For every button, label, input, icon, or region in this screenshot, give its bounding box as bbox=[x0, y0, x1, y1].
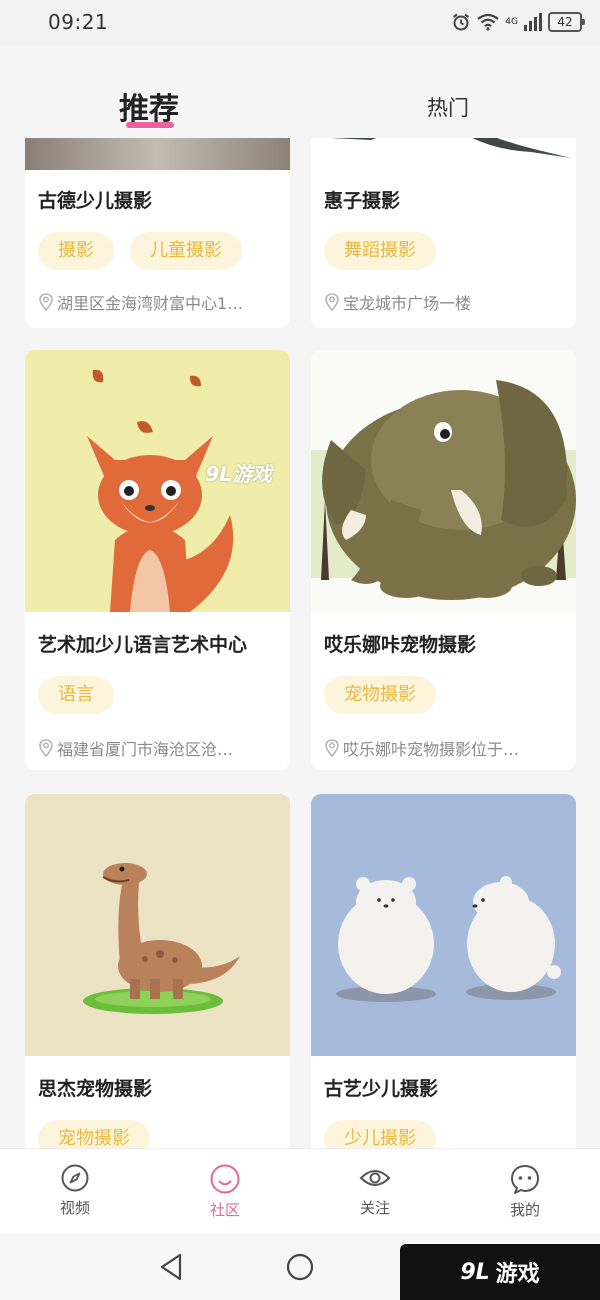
nav-label: 视频 bbox=[59, 1199, 90, 1217]
nav-label: 我的 bbox=[509, 1201, 540, 1219]
nav-item-video[interactable]: 视频 bbox=[30, 1163, 120, 1218]
location-pin-icon bbox=[325, 739, 339, 757]
card[interactable]: 古德少儿摄影 摄影 儿童摄影 湖里区金海湾财富中心1… bbox=[25, 138, 290, 328]
status-bar: 09:21 4G 42 bbox=[0, 0, 600, 46]
alarm-icon bbox=[453, 13, 470, 31]
tab-hot[interactable]: 热门 bbox=[427, 92, 469, 122]
card-title: 古艺少儿摄影 bbox=[324, 1078, 439, 1100]
card-tags: 舞蹈摄影 bbox=[324, 232, 436, 270]
tag[interactable]: 宠物摄影 bbox=[38, 1120, 150, 1148]
card-location: 福建省厦门市海沧区沧… bbox=[38, 736, 282, 760]
card-tags: 语言 bbox=[38, 676, 114, 714]
home-icon[interactable] bbox=[285, 1252, 315, 1282]
card[interactable]: 9L游戏 艺术加少儿语言艺术中心 语言 福建省厦门市海沧区沧… bbox=[25, 350, 290, 770]
eye-icon bbox=[359, 1170, 391, 1186]
image-watermark: 9L游戏 bbox=[205, 462, 272, 486]
nav-label: 社区 bbox=[209, 1201, 240, 1219]
signal-icon bbox=[524, 13, 542, 31]
card[interactable]: 思杰宠物摄影 宠物摄影 bbox=[25, 794, 290, 1148]
tag[interactable]: 少儿摄影 bbox=[324, 1120, 436, 1148]
card-tags: 摄影 儿童摄影 bbox=[38, 232, 242, 270]
card-image bbox=[311, 138, 576, 170]
location-pin-icon bbox=[325, 293, 339, 311]
wifi-icon bbox=[477, 13, 499, 31]
card[interactable]: 惠子摄影 舞蹈摄影 宝龙城市广场一楼 bbox=[311, 138, 576, 328]
watermark-logo: 9L bbox=[460, 1259, 490, 1285]
battery-indicator: 42 bbox=[548, 12, 585, 32]
location-pin-icon bbox=[39, 739, 53, 757]
card[interactable]: 古艺少儿摄影 少儿摄影 bbox=[311, 794, 576, 1148]
fox-illustration: 9L游戏 bbox=[25, 350, 290, 612]
nav-item-mine[interactable]: 我的 bbox=[480, 1163, 570, 1220]
card-location: 哎乐娜咔宠物摄影位于… bbox=[324, 736, 568, 760]
system-nav-bar: 9L 游戏 bbox=[0, 1234, 600, 1300]
compass-icon bbox=[61, 1164, 89, 1192]
card-location: 宝龙城市广场一楼 bbox=[324, 290, 568, 314]
tag[interactable]: 语言 bbox=[38, 676, 114, 714]
card-title: 古德少儿摄影 bbox=[38, 190, 153, 212]
site-watermark: 9L 游戏 bbox=[400, 1244, 600, 1300]
back-icon[interactable] bbox=[158, 1252, 186, 1282]
tag[interactable]: 儿童摄影 bbox=[130, 232, 242, 270]
card-title: 思杰宠物摄影 bbox=[38, 1078, 153, 1100]
card-location: 湖里区金海湾财富中心1… bbox=[38, 290, 282, 314]
tag[interactable]: 宠物摄影 bbox=[324, 676, 436, 714]
dinosaur-illustration bbox=[25, 794, 290, 1056]
feed[interactable]: 古德少儿摄影 摄影 儿童摄影 湖里区金海湾财富中心1… 惠子摄影 舞蹈摄影 宝龙… bbox=[0, 138, 600, 1148]
card-image bbox=[25, 138, 290, 170]
polar-bears-illustration bbox=[311, 794, 576, 1056]
card-tags: 宠物摄影 bbox=[324, 676, 436, 714]
nav-item-community[interactable]: 社区 bbox=[180, 1163, 270, 1220]
chat-face-icon bbox=[511, 1165, 539, 1194]
nav-item-follow[interactable]: 关注 bbox=[330, 1163, 420, 1218]
status-icons: 4G 42 bbox=[451, 11, 585, 33]
card[interactable]: 哎乐娜咔宠物摄影 宠物摄影 哎乐娜咔宠物摄影位于… bbox=[311, 350, 576, 770]
location-pin-icon bbox=[39, 293, 53, 311]
card-tags: 宠物摄影 bbox=[38, 1120, 150, 1148]
elephant-illustration bbox=[311, 350, 576, 612]
smile-icon bbox=[210, 1164, 240, 1194]
network-label: 4G bbox=[505, 16, 518, 27]
header: 推荐 热门 bbox=[0, 46, 600, 138]
bottom-nav: 视频 社区 关注 我的 bbox=[0, 1148, 600, 1234]
nav-label: 关注 bbox=[359, 1199, 390, 1217]
tag[interactable]: 摄影 bbox=[38, 232, 114, 270]
card-title: 惠子摄影 bbox=[324, 190, 401, 212]
active-tab-indicator bbox=[126, 122, 174, 128]
card-title: 哎乐娜咔宠物摄影 bbox=[324, 634, 477, 656]
tag[interactable]: 舞蹈摄影 bbox=[324, 232, 436, 270]
watermark-text: 游戏 bbox=[495, 1262, 540, 1287]
status-time: 09:21 bbox=[48, 10, 109, 34]
card-title: 艺术加少儿语言艺术中心 bbox=[38, 634, 248, 656]
card-tags: 少儿摄影 bbox=[324, 1120, 436, 1148]
